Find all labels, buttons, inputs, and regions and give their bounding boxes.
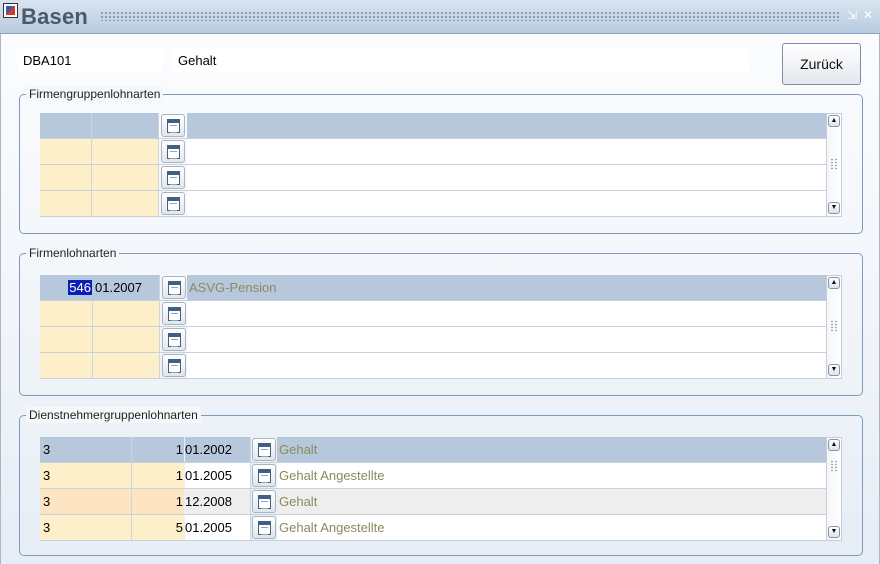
date-cell[interactable]: 01.2005 [185, 515, 251, 540]
scroll-grip-icon[interactable] [830, 320, 838, 332]
lookup-icon[interactable] [161, 166, 185, 189]
grid-cell[interactable] [40, 301, 93, 326]
grid-cell[interactable] [40, 353, 93, 378]
grid-cell[interactable] [92, 139, 159, 164]
lookup-icon[interactable] [162, 354, 186, 377]
lookup-icon[interactable] [162, 328, 186, 351]
scroll-down-icon[interactable]: ▼ [828, 364, 840, 376]
lookup-icon[interactable] [162, 302, 186, 325]
firmen-legend: Firmenlohnarten [26, 245, 120, 261]
grid-cell[interactable] [92, 191, 159, 216]
lookup-icon[interactable] [161, 140, 185, 163]
table-row[interactable] [40, 139, 828, 165]
grid-cell[interactable] [187, 191, 828, 216]
grid-cell[interactable] [187, 353, 828, 378]
lohnart-number: 546 [68, 280, 92, 295]
firmen-group: Firmenlohnarten 546 01.2007 ASVG-Pension [19, 245, 863, 396]
count-cell[interactable]: 5 [132, 515, 184, 540]
table-row[interactable]: 3 1 12.2008 Gehalt [40, 489, 828, 515]
grid-cell[interactable] [40, 113, 92, 138]
table-row[interactable] [40, 301, 828, 327]
grid-cell[interactable] [40, 327, 93, 352]
minimize-icon[interactable]: ⇲ [846, 9, 858, 21]
date-cell[interactable]: 01.2007 [92, 275, 160, 300]
dienstnehmer-grid: 3 1 01.2002 Gehalt 3 1 01.2005 Gehalt An… [40, 437, 828, 541]
lookup-icon[interactable] [252, 516, 276, 539]
firmengruppen-legend: Firmengruppenlohnarten [26, 86, 164, 102]
description-cell[interactable]: Gehalt [277, 437, 828, 462]
vertical-scrollbar[interactable]: ▲ ▼ [826, 437, 842, 541]
table-row[interactable] [40, 353, 828, 379]
date-cell[interactable]: 12.2008 [185, 489, 251, 514]
table-row[interactable]: 3 5 01.2005 Gehalt Angestellte [40, 515, 828, 541]
title-bar-pattern [100, 11, 840, 21]
back-button[interactable]: Zurück [782, 43, 861, 85]
firmen-grid: 546 01.2007 ASVG-Pension [40, 275, 828, 379]
scroll-up-icon[interactable]: ▲ [828, 439, 840, 451]
table-row[interactable]: 3 1 01.2005 Gehalt Angestellte [40, 463, 828, 489]
grid-cell[interactable] [92, 113, 159, 138]
window-title: Basen [21, 4, 89, 29]
scroll-down-icon[interactable]: ▼ [828, 526, 840, 538]
group-cell[interactable]: 3 [40, 515, 132, 540]
vertical-scrollbar[interactable]: ▲ ▼ [826, 275, 842, 379]
dienstnehmer-group: Dienstnehmergruppenlohnarten 3 1 01.2002… [19, 407, 863, 556]
close-icon[interactable]: ✕ [862, 9, 874, 21]
lookup-icon[interactable] [252, 438, 276, 461]
dienstnehmer-legend: Dienstnehmergruppenlohnarten [26, 407, 201, 423]
grid-cell[interactable] [187, 139, 828, 164]
table-row[interactable]: 546 01.2007 ASVG-Pension [40, 275, 828, 301]
firmengruppen-grid [40, 113, 828, 217]
grid-cell[interactable] [187, 327, 828, 352]
grid-cell[interactable] [187, 301, 828, 326]
lohnart-number-cell[interactable]: 546 [40, 275, 93, 300]
count-cell[interactable]: 1 [132, 437, 184, 462]
title-bar: Basen ⇲ ✕ [0, 0, 880, 34]
grid-cell[interactable] [187, 113, 828, 138]
count-cell[interactable]: 1 [132, 489, 184, 514]
grid-cell[interactable] [93, 353, 160, 378]
scroll-up-icon[interactable]: ▲ [828, 115, 840, 127]
date-cell[interactable]: 01.2002 [185, 437, 251, 462]
content-area: DBA101 Gehalt Zurück Firmengruppenlohnar… [0, 34, 880, 564]
table-row[interactable] [40, 191, 828, 217]
grid-cell[interactable] [40, 165, 92, 190]
date-cell[interactable]: 01.2005 [185, 463, 251, 488]
lookup-icon[interactable] [161, 192, 185, 215]
name-field[interactable]: Gehalt [172, 49, 749, 73]
scroll-grip-icon[interactable] [830, 460, 838, 472]
lookup-icon[interactable] [162, 276, 186, 299]
group-cell[interactable]: 3 [40, 463, 132, 488]
scroll-grip-icon[interactable] [830, 158, 838, 170]
grid-cell[interactable] [40, 191, 92, 216]
table-row[interactable] [40, 113, 828, 139]
grid-cell[interactable] [40, 139, 92, 164]
grid-cell[interactable] [93, 327, 160, 352]
app-icon [3, 3, 18, 18]
description-cell[interactable]: Gehalt Angestellte [277, 463, 828, 488]
table-row[interactable]: 3 1 01.2002 Gehalt [40, 437, 828, 463]
group-cell[interactable]: 3 [40, 489, 132, 514]
count-cell[interactable]: 1 [132, 463, 184, 488]
vertical-scrollbar[interactable]: ▲ ▼ [826, 113, 842, 217]
description-cell[interactable]: Gehalt Angestellte [277, 515, 828, 540]
description-cell[interactable]: Gehalt [277, 489, 828, 514]
grid-cell[interactable] [187, 165, 828, 190]
description-cell[interactable]: ASVG-Pension [187, 275, 828, 300]
lookup-icon[interactable] [252, 464, 276, 487]
firmengruppen-group: Firmengruppenlohnarten ▲ ▼ [19, 86, 863, 234]
table-row[interactable] [40, 327, 828, 353]
lookup-icon[interactable] [252, 490, 276, 513]
lookup-icon[interactable] [161, 114, 185, 137]
group-cell[interactable]: 3 [40, 437, 132, 462]
grid-cell[interactable] [93, 301, 160, 326]
grid-cell[interactable] [92, 165, 159, 190]
code-field[interactable]: DBA101 [17, 49, 163, 73]
scroll-down-icon[interactable]: ▼ [828, 202, 840, 214]
table-row[interactable] [40, 165, 828, 191]
scroll-up-icon[interactable]: ▲ [828, 277, 840, 289]
